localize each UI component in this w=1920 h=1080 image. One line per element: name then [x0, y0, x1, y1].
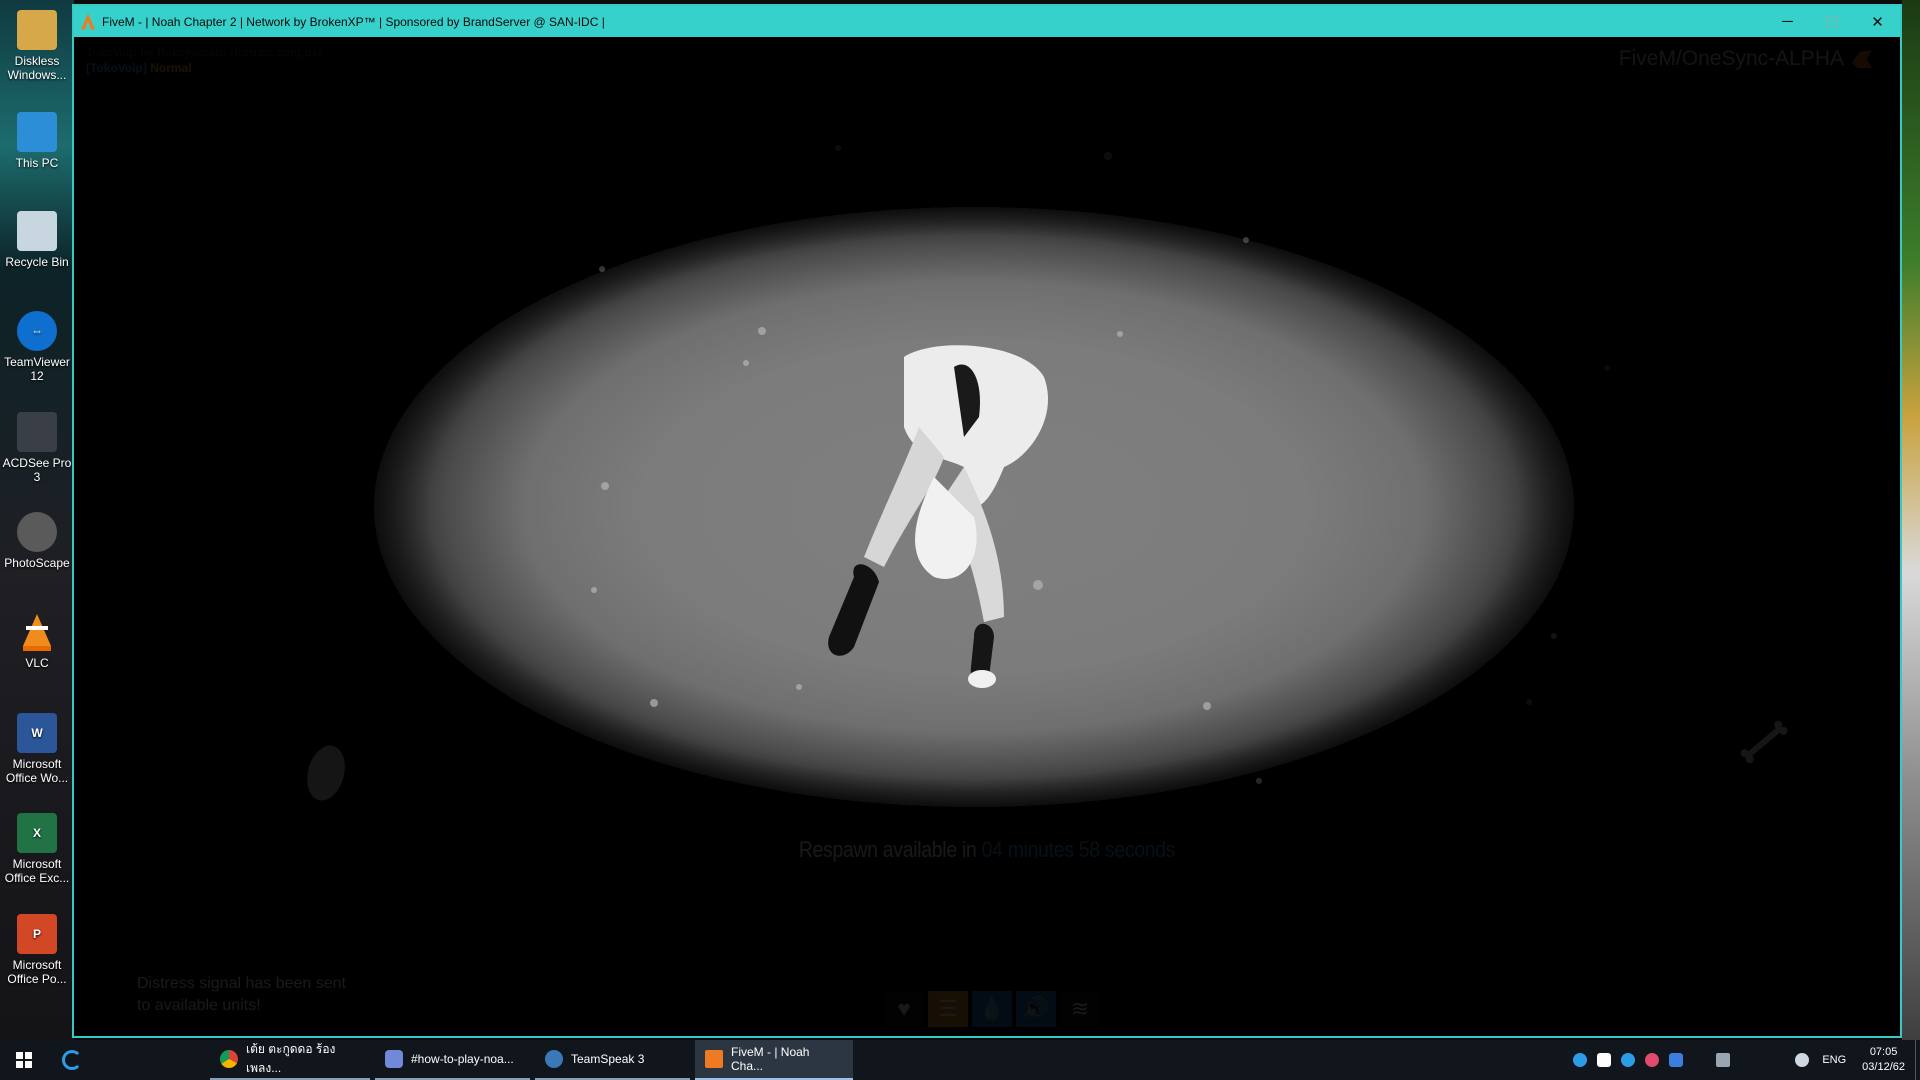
voip-mode: Normal — [150, 61, 192, 75]
word-icon: W — [17, 713, 57, 753]
clock-time: 07:05 — [1869, 1046, 1898, 1058]
steam-icon[interactable] — [1795, 1053, 1810, 1067]
clock-date: 03/12/62 — [1862, 1061, 1905, 1073]
taskbar-item-label: TeamSpeak 3 — [571, 1052, 645, 1066]
fivem-icon — [705, 1050, 723, 1068]
desktop-icon-this-pc[interactable]: This PC — [0, 112, 74, 170]
taskbar-item-label: #how-to-play-noa... — [411, 1052, 514, 1066]
desktop-icon-label: Microsoft Office Exc... — [4, 857, 70, 885]
desktop-icon-column: Diskless Windows... This PC Recycle Bin … — [0, 0, 74, 1040]
excel-icon: X — [17, 813, 57, 853]
system-clock[interactable]: 07:05 03/12/62 — [1862, 1045, 1905, 1075]
game-scene — [307, 145, 1788, 801]
distress-line2: to available units! — [137, 997, 261, 1014]
respawn-time: 04 minutes 58 seconds — [981, 837, 1176, 862]
maximize-button[interactable]: ☐ — [1810, 6, 1855, 37]
snow-particles — [591, 145, 1610, 784]
desktop-icon-vlc[interactable]: VLC — [0, 612, 74, 670]
respawn-prefix: Respawn available in — [798, 837, 982, 862]
desktop-icon-label: Diskless Windows... — [7, 54, 67, 82]
desktop-icon-excel[interactable]: X Microsoft Office Exc... — [0, 813, 74, 885]
language-indicator[interactable]: ENG — [1822, 1054, 1846, 1066]
chrome-icon — [220, 1050, 238, 1068]
minimize-button[interactable]: ─ — [1765, 6, 1810, 37]
voip-tag: [TokoVoip] — [86, 61, 147, 75]
fivem-brand: FiveM/OneSync-ALPHA — [1619, 47, 1872, 71]
edge-icon — [62, 1050, 82, 1070]
teamviewer-icon: ⇔ — [17, 311, 57, 351]
taskbar-item-chrome[interactable]: เต้ย ตะกูดดอ ร้องเพลง... — [210, 1040, 370, 1080]
folder-user-icon — [17, 10, 57, 50]
taskbar-item-fivem[interactable]: FiveM - | Noah Cha... — [695, 1040, 853, 1080]
start-button[interactable] — [0, 1040, 48, 1080]
status-hud: ♥ ☰ 💧 🔊 ≋ — [884, 991, 1100, 1027]
notification-icon[interactable] — [1716, 1053, 1731, 1067]
desktop-icon-label: VLC — [25, 656, 49, 670]
desktop-icon-powerpoint[interactable]: P Microsoft Office Po... — [0, 914, 74, 986]
acdsee-icon — [17, 412, 57, 452]
burger-icon: ☰ — [928, 991, 968, 1027]
desktop-icon-label: Recycle Bin — [5, 255, 69, 269]
photoscape-icon — [17, 512, 57, 552]
voip-credit-text: TokoVoip by Itokoyamato (forums.mng.us) — [86, 46, 322, 59]
desktop-icon-label: ACDSee Pro 3 — [2, 456, 72, 484]
recycle-bin-icon — [17, 211, 57, 251]
fivem-logo-icon — [81, 13, 95, 30]
teamspeak-icon — [545, 1050, 563, 1068]
player-body — [828, 345, 1049, 688]
desktop-icon-label: Microsoft Office Po... — [7, 958, 67, 986]
windows-logo-icon — [16, 1052, 32, 1068]
tray-app-icon[interactable] — [1573, 1053, 1588, 1067]
taskbar: เต้ย ตะกูดดอ ร้องเพลง... #how-to-play-no… — [0, 1040, 1920, 1080]
headset-icon[interactable] — [1645, 1053, 1660, 1067]
voip-status: [TokoVoip] Normal — [86, 61, 192, 75]
discord-icon — [385, 1050, 403, 1068]
system-tray: ENG 07:05 03/12/62 — [1568, 1040, 1920, 1080]
desktop-icon-recycle-bin[interactable]: Recycle Bin — [0, 211, 74, 269]
close-button[interactable]: ✕ — [1855, 6, 1900, 37]
desktop-icon-teamviewer[interactable]: ⇔ TeamViewer 12 — [0, 311, 74, 383]
edge-pinned-button[interactable] — [48, 1040, 96, 1080]
desktop-icon-acdsee[interactable]: ACDSee Pro 3 — [0, 412, 74, 484]
vlc-icon — [17, 612, 57, 652]
fivem-window: FiveM - | Noah Chapter 2 | Network by Br… — [72, 4, 1902, 1038]
discord-tray-icon[interactable] — [1597, 1053, 1612, 1067]
desktop-icon-label: Microsoft Office Wo... — [5, 757, 69, 785]
fivem-flame-icon — [1852, 50, 1872, 68]
speaker-icon: 🔊 — [1016, 991, 1056, 1027]
powerpoint-icon: P — [17, 914, 57, 954]
heart-icon: ♥ — [884, 991, 924, 1027]
bone-icon — [1740, 720, 1788, 764]
window-title: FiveM - | Noah Chapter 2 | Network by Br… — [102, 14, 605, 29]
taskbar-item-label: เต้ย ตะกูดดอ ร้องเพลง... — [246, 1042, 336, 1075]
water-drop-icon: 💧 — [972, 991, 1012, 1027]
window-titlebar[interactable]: FiveM - | Noah Chapter 2 | Network by Br… — [74, 6, 1900, 37]
distress-notification: Distress signal has been sent to availab… — [137, 973, 346, 1017]
desktop-wallpaper-strip — [1902, 0, 1920, 1040]
desktop-icon-label: This PC — [15, 156, 59, 170]
taskbar-item-teamspeak[interactable]: TeamSpeak 3 — [535, 1040, 690, 1080]
taskbar-item-discord[interactable]: #how-to-play-noa... — [375, 1040, 530, 1080]
desktop-icon-photoscape[interactable]: PhotoScape — [0, 512, 74, 570]
desktop-icon-diskless[interactable]: Diskless Windows... — [0, 10, 74, 82]
desktop-icon-word[interactable]: W Microsoft Office Wo... — [0, 713, 74, 785]
computer-icon — [17, 112, 57, 152]
show-desktop-button[interactable] — [1915, 1040, 1920, 1080]
window-controls: ─ ☐ ✕ — [1765, 6, 1900, 37]
fivem-brand-text: FiveM/OneSync-ALPHA — [1618, 47, 1844, 70]
distress-line1: Distress signal has been sent — [137, 975, 346, 992]
desktop-icon-label: TeamViewer 12 — [4, 355, 70, 383]
moon-orb — [307, 745, 345, 801]
taskbar-item-label: FiveM - | Noah Cha... — [731, 1045, 810, 1073]
edge-tray-icon[interactable] — [1621, 1053, 1636, 1067]
game-viewport[interactable]: TokoVoip by Itokoyamato (forums.mng.us) … — [74, 37, 1900, 1036]
teamviewer-tray-icon[interactable] — [1669, 1053, 1684, 1067]
respawn-timer: Respawn available in 04 minutes 58 secon… — [184, 837, 1791, 863]
waves-icon: ≋ — [1060, 991, 1100, 1027]
desktop-icon-label: PhotoScape — [4, 556, 70, 570]
